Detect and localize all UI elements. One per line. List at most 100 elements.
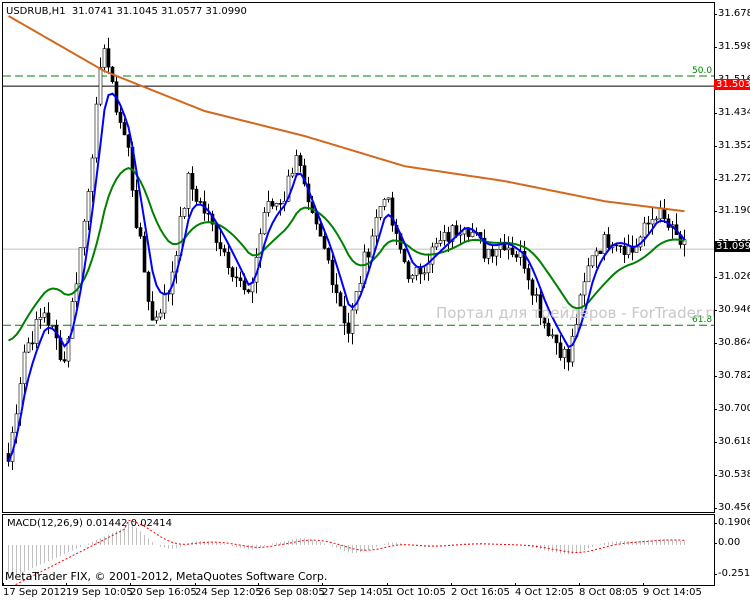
candle-body <box>554 334 559 344</box>
candle-body <box>526 268 531 281</box>
price-scale-label: 30.9460 <box>713 304 750 315</box>
candle-body <box>138 227 143 237</box>
price-scale-label: 30.7820 <box>713 370 750 381</box>
candle-body <box>30 342 35 345</box>
candle-body <box>494 249 499 257</box>
candle-body <box>198 201 203 203</box>
candle-body <box>42 312 47 318</box>
candle-body <box>194 188 199 202</box>
price-scale-label: 30.5380 <box>713 469 750 480</box>
candle-body <box>622 245 627 255</box>
candle-body <box>94 103 99 159</box>
candle-body <box>562 348 567 358</box>
candle-body <box>618 245 623 247</box>
candle-body <box>122 122 127 136</box>
candle-body <box>426 263 431 274</box>
candle-body <box>162 292 167 314</box>
candle-body <box>350 309 355 334</box>
candle-body <box>238 277 243 282</box>
time-axis-label: 2 Oct 16:05 <box>451 583 510 598</box>
macd-scale-zero: 0.00 <box>713 537 741 548</box>
time-axis-label: 9 Oct 14:05 <box>643 583 702 598</box>
candle-body <box>598 250 603 254</box>
price-scale-label: 31.0260 <box>713 271 750 282</box>
candle-body <box>294 155 299 174</box>
candle-body <box>606 234 611 248</box>
candle-body <box>534 294 539 296</box>
candle-body <box>570 336 575 363</box>
time-axis-label: 27 Sep 14:05 <box>322 583 389 598</box>
candle-body <box>182 208 187 217</box>
candle-body <box>154 316 159 321</box>
candle-body <box>654 218 659 221</box>
candle-body <box>262 212 267 235</box>
ma-long-line <box>8 15 685 213</box>
candle-body <box>594 250 599 257</box>
time-axis-label: 24 Sep 12:05 <box>195 583 262 598</box>
candle-body <box>82 220 87 249</box>
candle-body <box>98 67 103 105</box>
candle-body <box>558 342 563 358</box>
candle-body <box>338 292 343 307</box>
macd-label: MACD(12,26,9) 0.01442 0.02414 <box>7 518 173 529</box>
symbol-label: USDRUB,H1 <box>6 6 66 17</box>
candle-body <box>642 222 647 238</box>
candle-body <box>86 191 91 222</box>
candle-body <box>590 255 595 267</box>
candle-body <box>26 342 31 353</box>
candle-body <box>218 242 223 250</box>
candle-body <box>470 231 475 237</box>
candle-body <box>118 111 123 123</box>
candle-body <box>342 305 347 324</box>
candle-body <box>146 271 151 302</box>
candle-body <box>34 319 39 344</box>
candle-body <box>382 199 387 207</box>
candle-body <box>386 197 391 200</box>
candle-body <box>322 235 327 249</box>
candle-body <box>46 312 51 326</box>
candle-body <box>334 284 339 294</box>
candle-body <box>566 348 571 363</box>
candle-body <box>626 245 631 255</box>
candle-body <box>226 251 231 268</box>
price-scale-label: 31.6780 <box>713 8 750 19</box>
candle-body <box>602 234 607 254</box>
chart-header: USDRUB,H1 31.0741 31.1045 31.0577 31.099… <box>6 6 247 17</box>
candle-body <box>466 229 471 237</box>
candle-body <box>270 201 275 207</box>
candle-body <box>438 240 443 244</box>
candle-body <box>346 322 351 334</box>
price-chart[interactable]: USDRUB,H1 31.0741 31.1045 31.0577 31.099… <box>2 2 715 513</box>
fibo-50-label: 50.0 <box>692 66 713 76</box>
watermark: Портал для трейдеров - ForTrader.ru <box>436 304 715 322</box>
price-scale-label: 31.4340 <box>713 107 750 118</box>
candle-body <box>214 223 219 243</box>
candle-body <box>274 203 279 207</box>
candle-body <box>330 259 335 286</box>
candle-body <box>550 334 555 337</box>
price-scale-label: 30.7000 <box>713 403 750 414</box>
copyright-text: MetaTrader FIX, © 2001-2012, MetaQuotes … <box>5 570 328 583</box>
candle-body <box>658 208 663 220</box>
candle-body <box>434 243 439 248</box>
candle-body <box>326 248 331 261</box>
candle-body <box>230 267 235 278</box>
candle-body <box>186 173 191 209</box>
price-scale-label: 30.6180 <box>713 436 750 447</box>
candle-body <box>102 48 107 68</box>
candle-body <box>650 219 655 225</box>
candle-body <box>22 351 27 385</box>
candle-body <box>290 173 295 177</box>
candle-body <box>486 248 491 259</box>
price-scale-label: 30.4560 <box>713 502 750 513</box>
candle-body <box>106 48 111 68</box>
candle-body <box>90 157 95 192</box>
candle-body <box>266 201 271 213</box>
macd-panel[interactable]: MACD(12,26,9) 0.01442 0.02414 MetaTrader… <box>2 514 715 586</box>
candle-body <box>158 312 163 318</box>
candle-body <box>430 246 435 265</box>
candle-body <box>374 217 379 237</box>
time-axis-label: 20 Sep 16:05 <box>130 583 197 598</box>
candle-body <box>422 272 427 275</box>
candle-body <box>246 289 251 293</box>
